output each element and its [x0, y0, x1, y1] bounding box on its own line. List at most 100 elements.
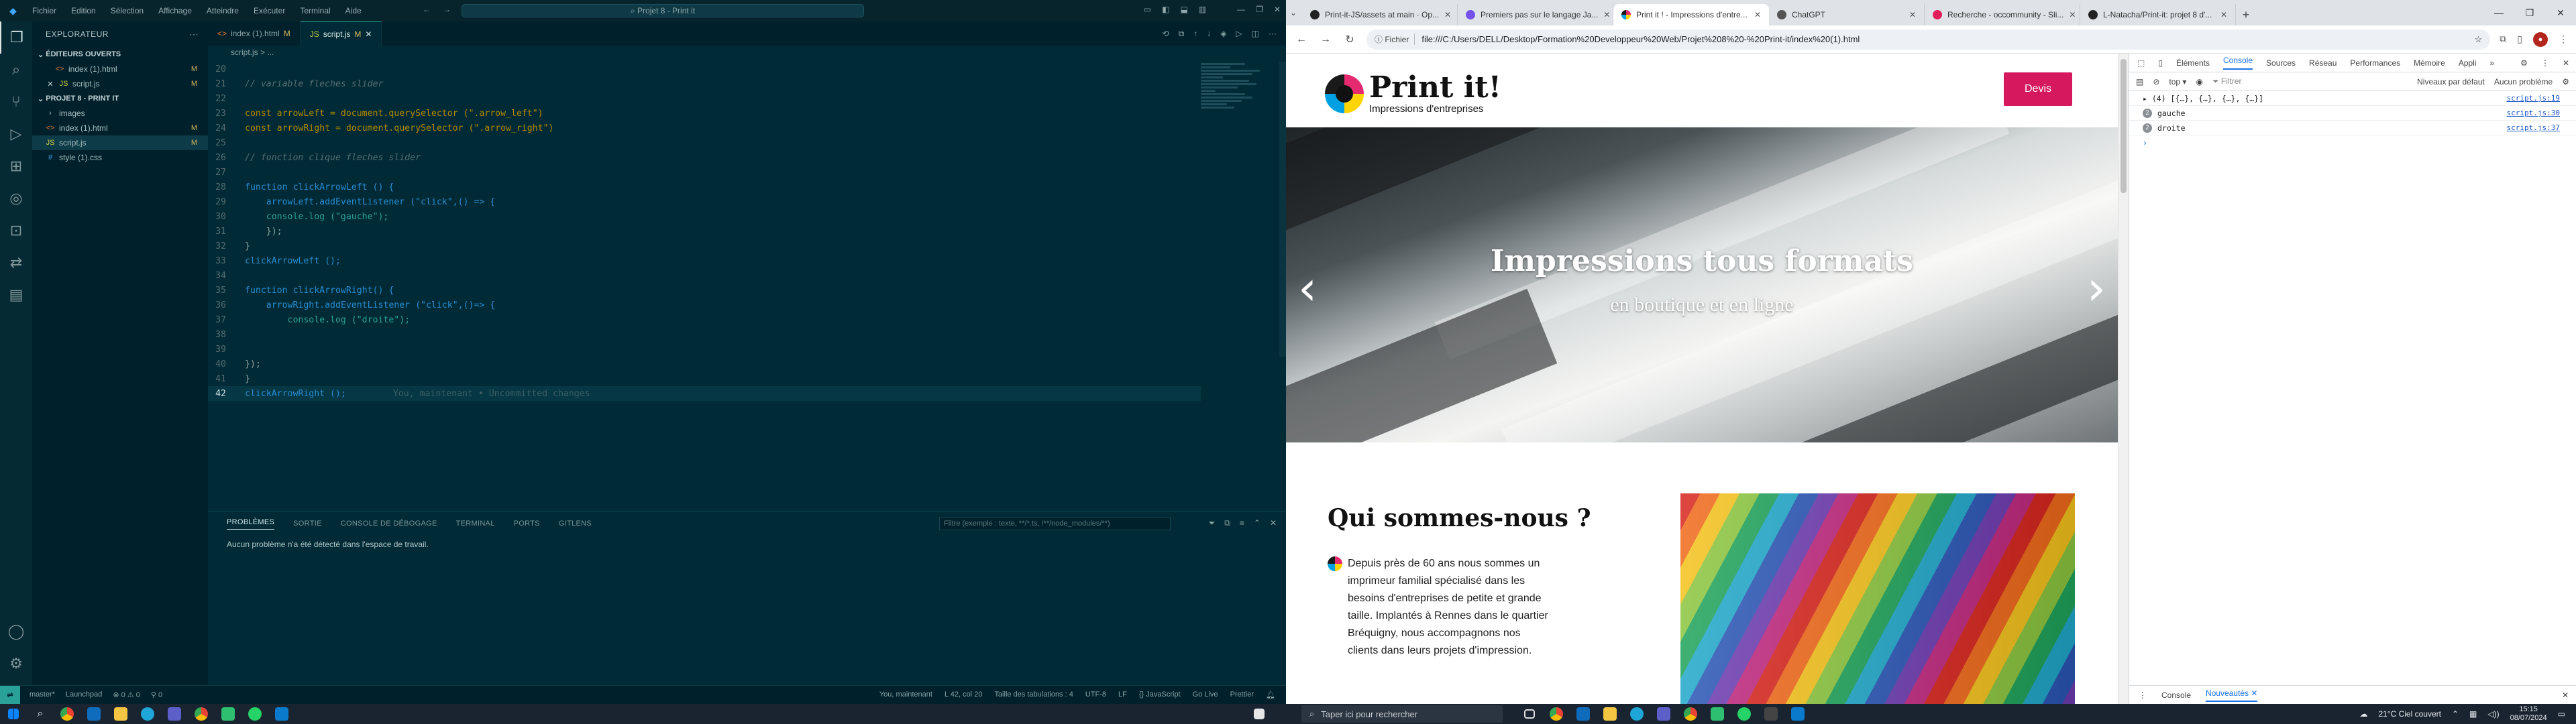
account-icon[interactable]: ◯ [0, 615, 32, 648]
collapse-all-icon[interactable]: ⧉ [1224, 518, 1230, 528]
toggle-blame-icon[interactable]: ◈ [1220, 29, 1226, 38]
code-line[interactable]: 41} [208, 371, 1201, 386]
outlook-taskbar-icon[interactable] [1570, 704, 1597, 724]
go-previous-change-icon[interactable]: ↑ [1193, 29, 1197, 38]
edge-taskbar-icon[interactable] [1623, 704, 1650, 724]
arrow-left-icon[interactable]: ‹ [1294, 261, 1321, 315]
close-tab-icon[interactable]: ✕ [365, 29, 372, 39]
notifications-icon[interactable]: ▭ [2558, 709, 2565, 719]
tab-terminal[interactable]: TERMINAL [456, 520, 495, 528]
edge-taskbar-icon[interactable] [134, 704, 161, 724]
close-panel-icon[interactable]: ✕ [1270, 518, 1277, 528]
drawer-tab-console[interactable]: Console [2161, 690, 2191, 700]
bookmark-star-icon[interactable]: ☆ [2475, 34, 2483, 45]
browser-tab[interactable]: L-Natacha/Print-it: projet 8 d'... ✕ [2080, 4, 2236, 25]
console-source-link[interactable]: script.js:19 [2507, 94, 2560, 103]
console-prompt[interactable]: › [2129, 135, 2576, 150]
tray-chevron-icon[interactable]: ⌃ [2452, 709, 2459, 719]
eol-status[interactable]: LF [1118, 690, 1127, 699]
tab-script-js[interactable]: JS script.js M ✕ [300, 21, 382, 46]
clear-console-icon[interactable]: ⊘ [2153, 77, 2159, 86]
code-line[interactable]: 24 const arrowRight = document.querySelec… [208, 121, 1201, 135]
code-line[interactable]: 31 }); [208, 224, 1201, 239]
devis-button[interactable]: Devis [2004, 72, 2072, 106]
drawer-tab-whats-new[interactable]: Nouveautés ✕ [2206, 688, 2258, 702]
layout-customize-icon[interactable]: ▥ [1199, 5, 1206, 14]
close-devtools-icon[interactable]: ✕ [2563, 58, 2569, 68]
more-options-icon[interactable]: ⋮ [2541, 58, 2549, 68]
open-editor-item[interactable]: <> index (1).html M [32, 62, 208, 76]
maximize-panel-icon[interactable]: ⌃ [1254, 518, 1260, 528]
context-selector[interactable]: top ▾ [2169, 77, 2186, 86]
settings-gear-icon[interactable]: ⚙ [0, 648, 32, 680]
issues-label[interactable]: Aucun problème [2494, 77, 2553, 86]
remote-icon[interactable]: ⊡ [0, 215, 32, 247]
clock[interactable]: 15:15 08/07/2024 [2510, 705, 2547, 723]
menu-edition[interactable]: Edition [70, 6, 97, 15]
gitlens-icon[interactable]: ◎ [0, 182, 32, 215]
prettier-status[interactable]: Prettier [1230, 690, 1254, 699]
browser-tab[interactable]: Premiers pas sur le langage Ja... ✕ [1458, 4, 1613, 25]
open-changes-icon[interactable]: ⧉ [1179, 29, 1185, 39]
minimize-icon[interactable]: — [1237, 5, 1245, 14]
live-expression-eye-icon[interactable]: ◉ [2196, 77, 2202, 86]
browser-tab[interactable]: Print-it-JS/assets at main · Op... ✕ [1302, 4, 1458, 25]
project-header[interactable]: ⌄ PROJET 8 - PRINT IT [32, 91, 208, 106]
run-debug-icon[interactable]: ▷ [0, 118, 32, 150]
console-source-link[interactable]: script.js:37 [2507, 123, 2560, 132]
teams-taskbar-icon[interactable] [1650, 704, 1677, 724]
tab-network[interactable]: Réseau [2309, 58, 2337, 68]
launchpad-status[interactable]: Launchpad [66, 690, 102, 699]
more-tabs-icon[interactable]: » [2490, 58, 2495, 68]
tab-sources[interactable]: Sources [2266, 58, 2296, 68]
code-line[interactable]: 35 function clickArrowRight() { [208, 283, 1201, 298]
blame-status[interactable]: You, maintenant [879, 690, 932, 699]
back-arrow-icon[interactable]: ← [1294, 34, 1309, 46]
cursor-position[interactable]: L 42, col 20 [945, 690, 982, 699]
folder-icon[interactable]: ▤ [0, 279, 32, 311]
ports-status[interactable]: ⚲ 0 [151, 690, 162, 699]
panel-toggle-icon[interactable]: ⬓ [1180, 5, 1187, 14]
browser-tab[interactable]: Recherche - occommunity - Sli... ✕ [1925, 4, 2080, 25]
code-line[interactable]: 28 function clickArrowLeft () { [208, 180, 1201, 194]
command-center[interactable]: ⌕ Projet 8 - Print it [462, 4, 864, 17]
encoding-status[interactable]: UTF-8 [1085, 690, 1106, 699]
menu-fichier[interactable]: Fichier [31, 6, 58, 15]
close-icon[interactable]: ✕ [2545, 0, 2576, 25]
new-tab-plus-icon[interactable]: + [2236, 4, 2256, 25]
file-item-index[interactable]: <> index (1).html M [32, 121, 208, 135]
extensions-icon[interactable]: ⊞ [0, 150, 32, 182]
menu-executer[interactable]: Exécuter [252, 6, 286, 15]
device-toolbar-icon[interactable]: ▯ [2158, 58, 2163, 68]
tab-search-icon[interactable]: ⌄ [1290, 8, 1297, 17]
app-taskbar-icon[interactable] [215, 704, 241, 724]
console-message[interactable]: ▸ (4) [{…}, {…}, {…}, {…}] script.js:19 [2129, 91, 2576, 106]
code-line[interactable]: 21 // variable fleches slider [208, 76, 1201, 91]
code-line[interactable]: 39 [208, 342, 1201, 357]
close-tab-icon[interactable]: ✕ [1444, 10, 1451, 19]
log-levels-dropdown[interactable]: Niveaux par défaut [2417, 77, 2485, 86]
site-logo[interactable]: Print it! Impressions d'entreprises [1325, 72, 1501, 115]
layout-icon[interactable]: ▭ [1144, 5, 1151, 14]
chrome-taskbar-icon[interactable] [1543, 704, 1570, 724]
outlook-taskbar-icon[interactable] [80, 704, 107, 724]
code-line[interactable]: 30 console.log ("gauche"); [208, 209, 1201, 224]
close-tab-icon[interactable]: ✕ [1754, 10, 1761, 19]
code-line[interactable]: 22 [208, 91, 1201, 106]
code-line[interactable]: 40}); [208, 357, 1201, 371]
tab-console[interactable]: Console [2222, 56, 2253, 70]
back-arrow-icon[interactable]: ← [423, 5, 431, 14]
console-source-link[interactable]: script.js:30 [2507, 109, 2560, 117]
side-panel-icon[interactable]: ▯ [2517, 34, 2522, 45]
settings-gear-icon[interactable]: ⚙ [2520, 58, 2528, 68]
open-editors-header[interactable]: ⌄ ÉDITEURS OUVERTS [32, 47, 208, 62]
inspect-icon[interactable]: ⬚ [2137, 58, 2145, 68]
tab-index-html[interactable]: <> index (1).html M [208, 21, 301, 46]
indent-status[interactable]: Taille des tabulations : 4 [994, 690, 1073, 699]
close-icon[interactable]: ✕ [1274, 5, 1281, 14]
go-live-status[interactable]: Go Live [1193, 690, 1218, 699]
more-actions-icon[interactable]: ··· [1269, 29, 1277, 38]
maximize-icon[interactable]: ❐ [2514, 0, 2545, 25]
code-line[interactable]: 27 [208, 165, 1201, 180]
file-explorer-icon[interactable] [107, 704, 134, 724]
